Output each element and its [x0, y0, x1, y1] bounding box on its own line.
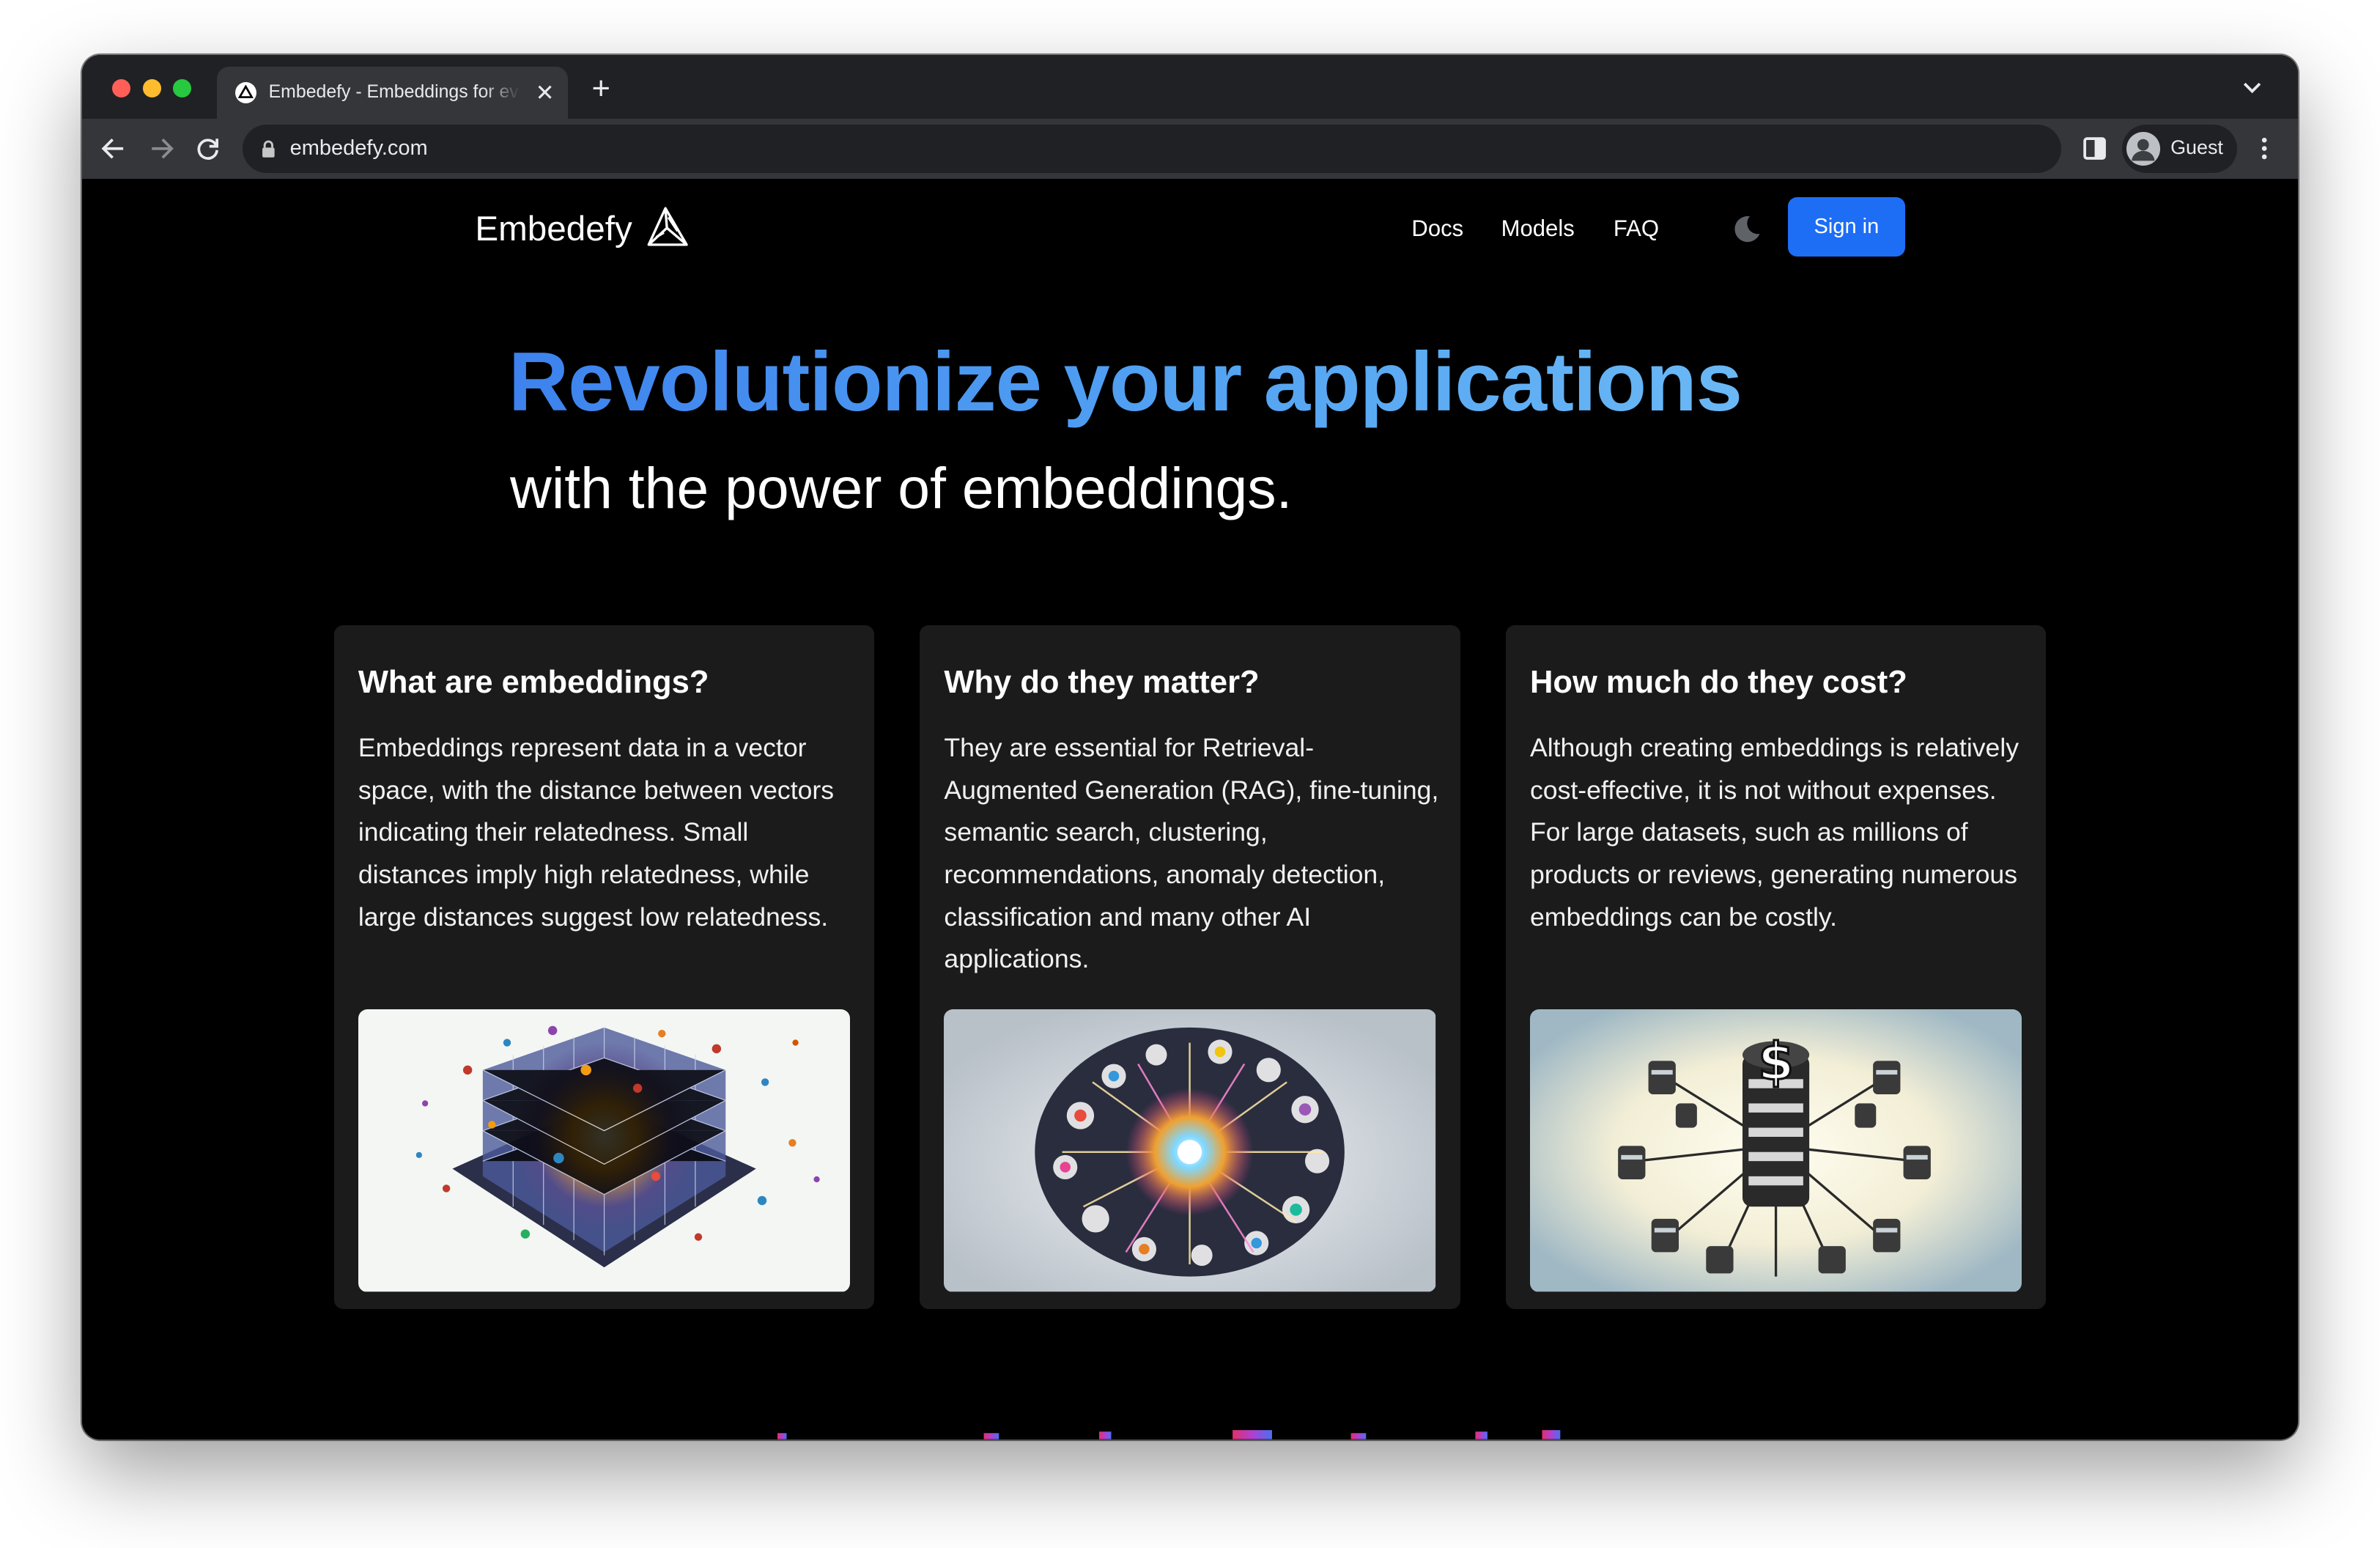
address-bar[interactable]: embedefy.com [243, 124, 2061, 174]
card-why-do-they-matter: Why do they matter? They are essential f… [920, 625, 1460, 1309]
lock-icon[interactable] [261, 140, 276, 158]
card-body: Although creating embeddings is relative… [1529, 733, 2019, 932]
nav-docs-link[interactable]: Docs [1411, 215, 1463, 242]
close-icon[interactable]: ✕ [533, 81, 557, 105]
more-vert-icon[interactable] [2261, 136, 2267, 161]
tab-title: Embedefy - Embeddings for everyone [268, 81, 521, 102]
zoom-window-button[interactable] [173, 78, 191, 97]
browser-window: Embedefy - Embeddings for everyone ✕ + e… [81, 54, 2299, 1440]
nav-models-link[interactable]: Models [1501, 215, 1575, 242]
tab-strip: Embedefy - Embeddings for everyone ✕ + [81, 54, 2299, 119]
avatar-icon [2126, 132, 2160, 166]
card-title: How much do they cost? [1529, 665, 1907, 701]
back-arrow-icon[interactable] [99, 133, 129, 163]
cost-database-illustration: $ [1529, 1009, 2022, 1292]
svg-text:$: $ [1758, 1032, 1794, 1092]
brand-logo-link[interactable]: Embedefy [475, 204, 691, 255]
hero-subtitle: with the power of embeddings. [509, 456, 1293, 521]
card-body: Embeddings represent data in a vector sp… [358, 733, 835, 932]
browser-toolbar: embedefy.com Guest [81, 118, 2299, 180]
next-section-heading-peek [777, 1430, 1561, 1440]
card-body: They are essential for Retrieval-Augment… [944, 733, 1439, 974]
page-viewport: Embedefy Docs Models FAQ Sign in Revolut… [81, 179, 2299, 1440]
forward-arrow-icon[interactable] [146, 133, 176, 163]
card-what-are-embeddings: What are embeddings? Embeddings represen… [333, 625, 875, 1309]
minimize-window-button[interactable] [142, 78, 161, 97]
side-panel-icon[interactable] [2082, 136, 2107, 161]
profile-name: Guest [2170, 136, 2223, 159]
browser-tab[interactable]: Embedefy - Embeddings for everyone ✕ [217, 67, 568, 119]
card-title: What are embeddings? [358, 665, 709, 701]
profile-button[interactable]: Guest [2121, 124, 2238, 174]
brand-name: Embedefy [475, 210, 632, 249]
vector-space-illustration [358, 1009, 850, 1292]
nav-faq-link[interactable]: FAQ [1614, 215, 1659, 242]
chevron-down-icon[interactable] [2240, 79, 2264, 97]
plus-icon[interactable]: + [586, 73, 616, 105]
close-window-button[interactable] [112, 78, 131, 97]
card-how-much-do-they-cost: How much do they cost? Although creating… [1505, 625, 2047, 1309]
triangle-logo-icon [647, 207, 689, 246]
hero-title: Revolutionize your applications [508, 335, 1742, 429]
applications-burst-illustration [944, 1009, 1436, 1292]
favicon-icon [235, 81, 257, 103]
sign-in-button[interactable]: Sign in [1788, 197, 1905, 257]
card-title: Why do they matter? [944, 665, 1260, 701]
reload-icon[interactable] [193, 133, 223, 163]
url-text: embedefy.com [289, 136, 428, 161]
moon-icon[interactable] [1730, 213, 1764, 246]
